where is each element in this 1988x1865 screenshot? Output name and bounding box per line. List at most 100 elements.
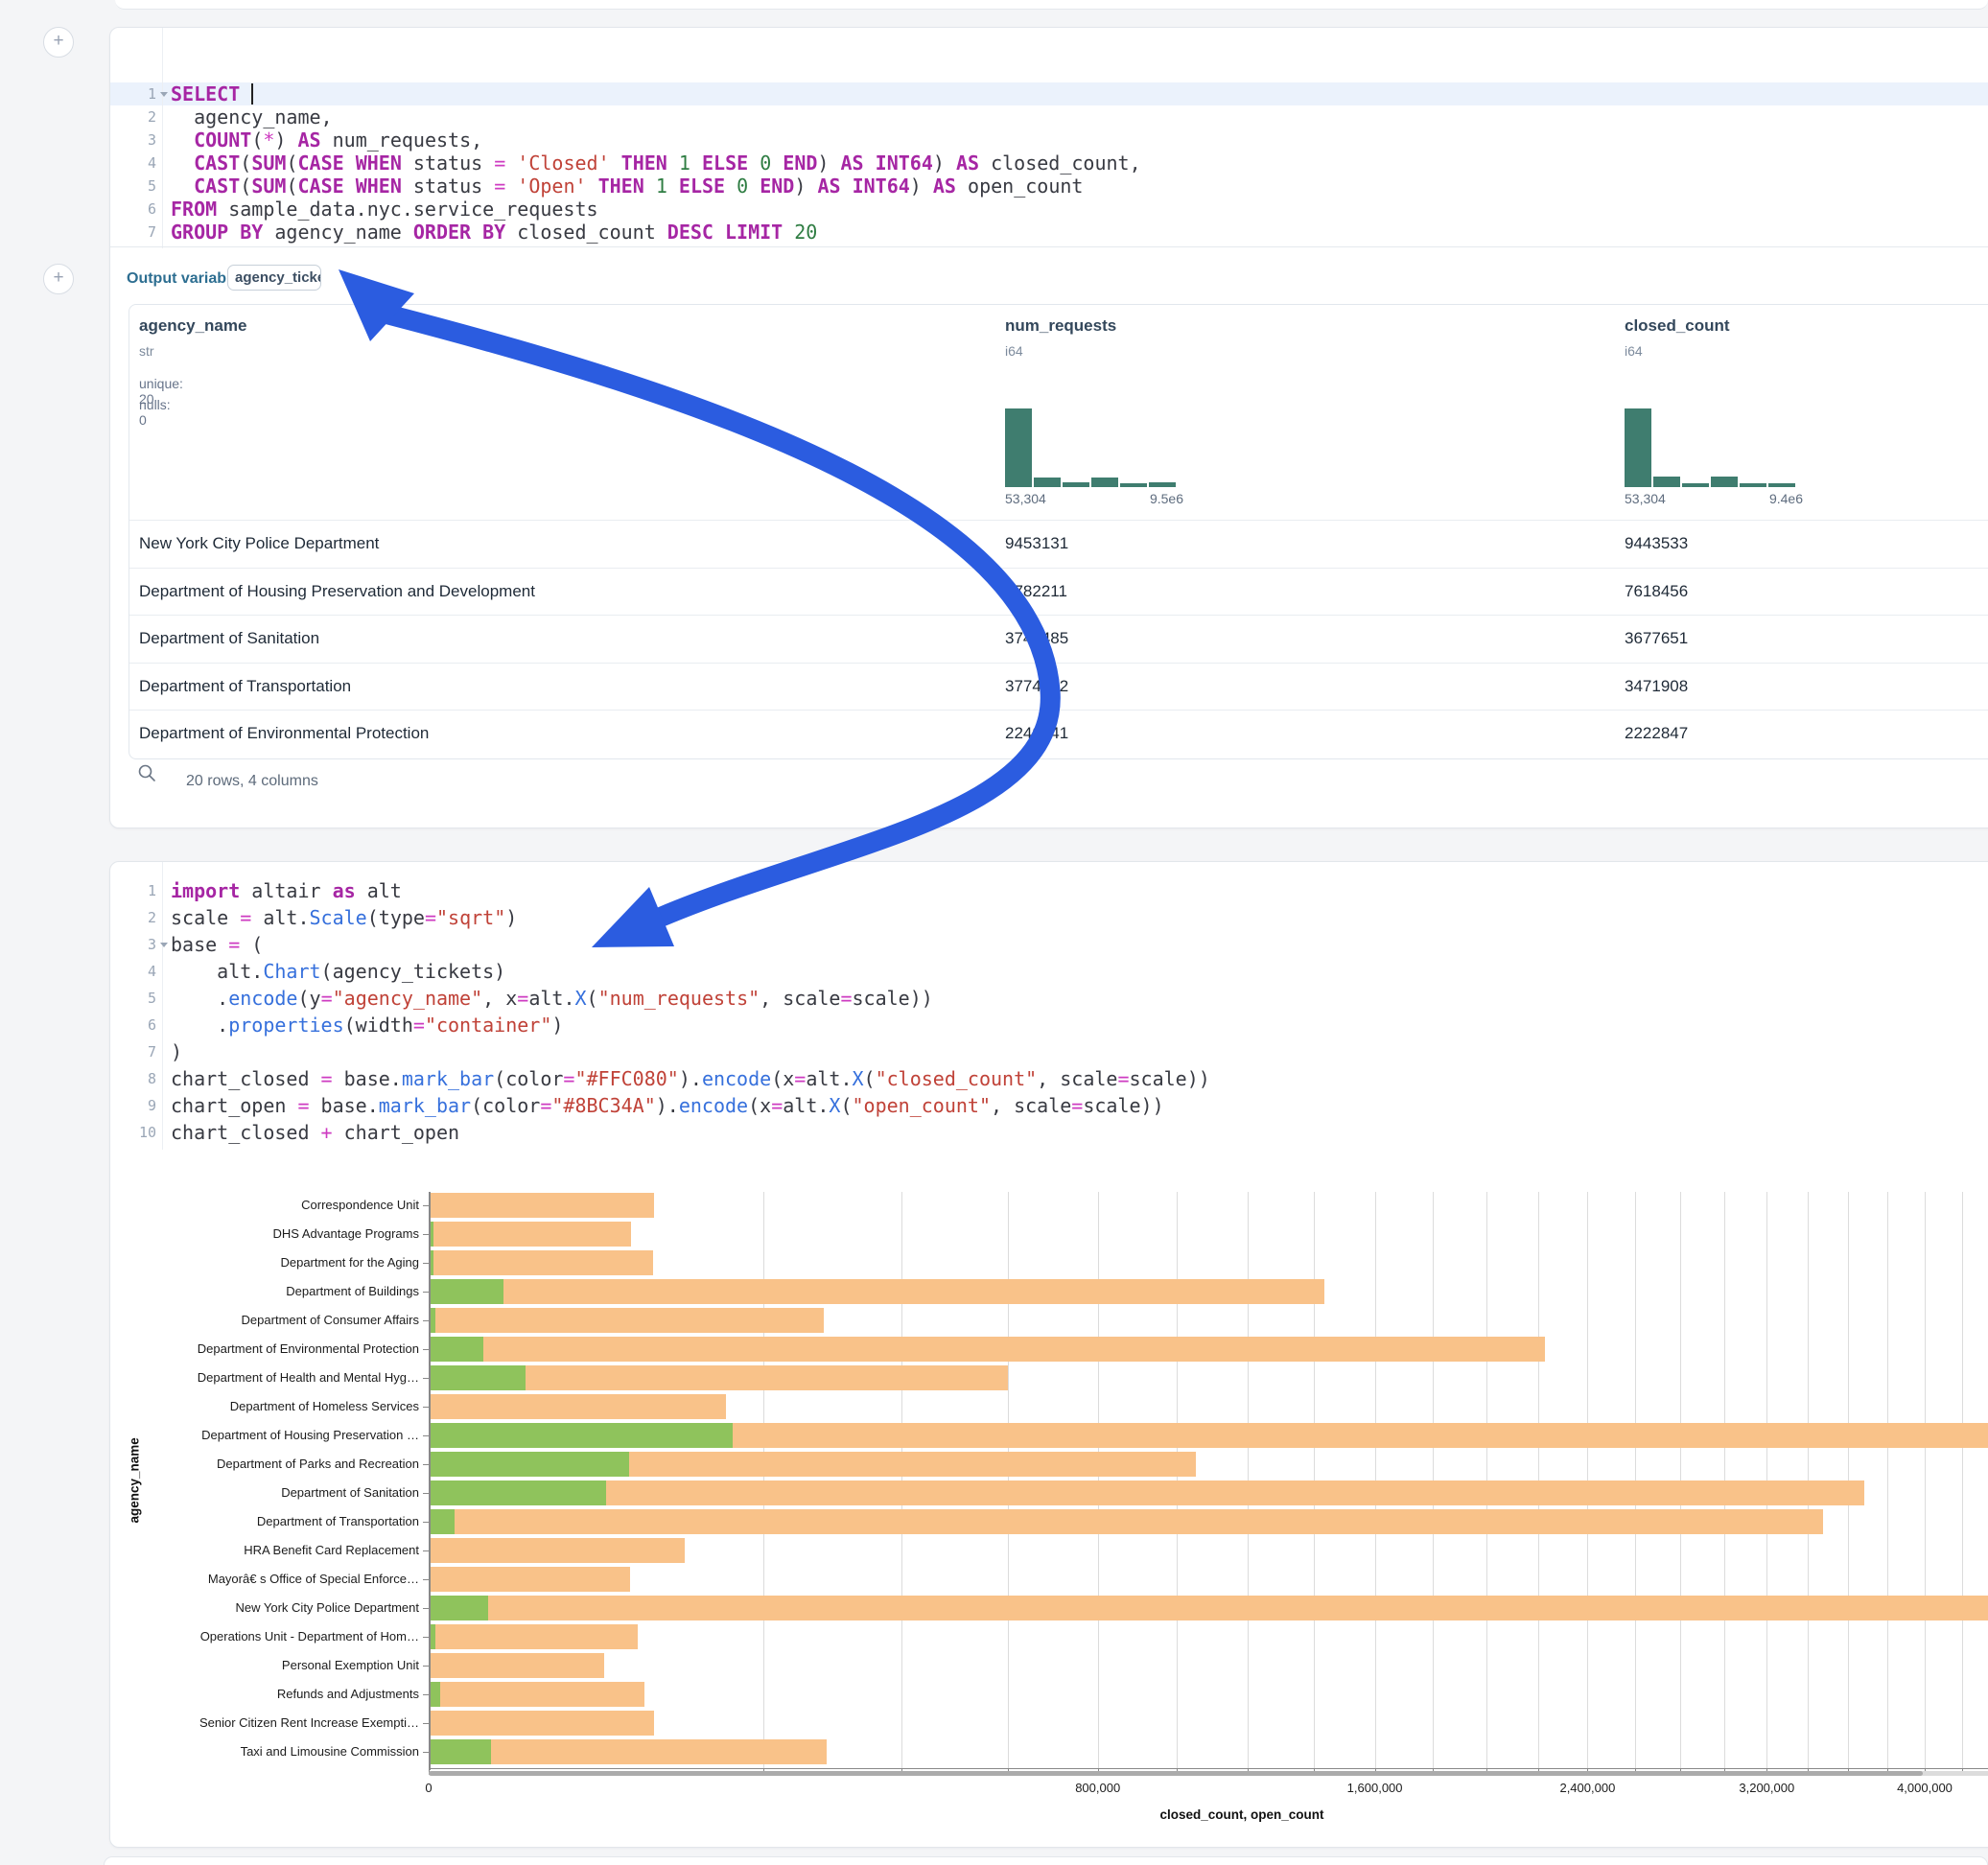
code-token: ORDER BY: [413, 221, 505, 244]
code-line[interactable]: FROM sample_data.nyc.service_requests: [171, 198, 598, 221]
add-cell-button-top[interactable]: +: [43, 27, 74, 58]
code-token: ): [933, 152, 956, 175]
code-token: (x: [771, 1067, 794, 1090]
table-cell: 9443533: [1625, 534, 1688, 553]
code-line[interactable]: chart_open = base.mark_bar(color="#8BC34…: [171, 1094, 1164, 1117]
code-token: closed_count,: [979, 152, 1141, 175]
y-axis-label: Senior Citizen Rent Increase Exempti…: [110, 1715, 419, 1730]
table-cell: New York City Police Department: [139, 534, 379, 553]
bar-closed-count: [430, 1682, 644, 1707]
code-line[interactable]: CAST(SUM(CASE WHEN status = 'Open' THEN …: [171, 175, 1083, 198]
code-token: CAST: [194, 175, 240, 198]
code-token: "container": [425, 1014, 551, 1037]
y-axis-label: HRA Benefit Card Replacement: [110, 1543, 419, 1557]
code-token: =: [517, 987, 528, 1010]
code-line[interactable]: chart_closed = base.mark_bar(color="#FFC…: [171, 1067, 1210, 1090]
table-row[interactable]: Department of Sanitation37494853677651: [129, 615, 1988, 664]
code-line[interactable]: COUNT(*) AS num_requests,: [171, 128, 482, 152]
code-line[interactable]: CAST(SUM(CASE WHEN status = 'Closed' THE…: [171, 152, 1141, 175]
code-token: DESC: [667, 221, 713, 244]
histogram-bin: [1005, 408, 1032, 487]
code-line[interactable]: ): [171, 1040, 182, 1063]
code-token: [667, 152, 679, 175]
code-token: CASE: [297, 175, 343, 198]
code-line[interactable]: base = (: [171, 933, 263, 956]
code-line[interactable]: import altair as alt: [171, 879, 402, 902]
code-token: 0: [737, 175, 748, 198]
line-number: 2: [110, 105, 156, 128]
table-row[interactable]: Department of Environmental Protection22…: [129, 710, 1988, 758]
code-token: open_count: [956, 175, 1083, 198]
search-icon[interactable]: [137, 763, 156, 782]
code-token: [240, 82, 251, 105]
bar-closed-count: [430, 1509, 1823, 1534]
line-number: 6: [110, 1014, 156, 1037]
code-line[interactable]: .encode(y="agency_name", x=alt.X("num_re…: [171, 987, 933, 1010]
code-token: X: [575, 987, 587, 1010]
table-row[interactable]: Department of Housing Preservation and D…: [129, 568, 1988, 617]
bar-open-count: [430, 1365, 526, 1390]
output-variable-pill[interactable]: agency_tickets: [227, 265, 321, 291]
result-table: agency_namestrunique: 20nulls: 0num_requ…: [129, 304, 1988, 759]
code-line[interactable]: GROUP BY agency_name ORDER BY closed_cou…: [171, 221, 817, 244]
histogram-max-label: 9.4e6: [1769, 491, 1803, 506]
code-token: AS: [933, 175, 956, 198]
code-token: (x: [748, 1094, 771, 1117]
column-type: i64: [1005, 343, 1023, 359]
table-cell: 2240041: [1005, 724, 1068, 743]
code-token: (type: [367, 906, 425, 929]
code-token: =: [794, 1067, 806, 1090]
histogram-bin: [1063, 482, 1089, 487]
code-line[interactable]: alt.Chart(agency_tickets): [171, 960, 505, 983]
code-token: "num_requests": [598, 987, 760, 1010]
code-token: alt.: [806, 1067, 852, 1090]
code-token: "sqrt": [436, 906, 505, 929]
code-token: scale: [171, 906, 240, 929]
line-number: 8: [110, 1067, 156, 1090]
code-token: "closed_count": [876, 1067, 1038, 1090]
gutter-divider: [162, 28, 163, 248]
bar-closed-count: [430, 1711, 654, 1736]
code-token: [771, 152, 783, 175]
histogram-bin: [1625, 408, 1651, 487]
code-token: "agency_name": [333, 987, 483, 1010]
gutter-divider: [162, 862, 163, 1150]
fold-chevron-icon[interactable]: [160, 92, 168, 97]
column-title: agency_name: [139, 316, 246, 336]
code-token: encode: [702, 1067, 771, 1090]
code-line[interactable]: scale = alt.Scale(type="sqrt"): [171, 906, 517, 929]
code-line[interactable]: SELECT: [171, 82, 251, 105]
code-token: [690, 152, 702, 175]
code-token: (: [286, 175, 297, 198]
fold-chevron-icon[interactable]: [160, 943, 168, 947]
code-token: END: [783, 152, 817, 175]
code-line[interactable]: chart_closed + chart_open: [171, 1121, 459, 1144]
code-token: =: [240, 906, 251, 929]
histogram-min-label: 53,304: [1625, 491, 1666, 506]
code-token: [864, 152, 876, 175]
table-cell: 3749485: [1005, 629, 1068, 648]
y-axis-label: Department of Parks and Recreation: [110, 1457, 419, 1471]
line-number: 1: [110, 879, 156, 902]
x-axis-line: [429, 1768, 1988, 1769]
bar-closed-count: [430, 1337, 1545, 1362]
code-token: [344, 175, 356, 198]
code-token: ): [910, 175, 933, 198]
code-line[interactable]: agency_name,: [171, 105, 333, 128]
table-row[interactable]: Department of Transportation377489234719…: [129, 663, 1988, 711]
y-axis-label: Mayorâ€ s Office of Special Enforce…: [110, 1572, 419, 1586]
table-row[interactable]: New York City Police Department945313194…: [129, 520, 1988, 569]
code-line[interactable]: .properties(width="container"): [171, 1014, 563, 1037]
code-token: 1: [656, 175, 667, 198]
code-token: , scale: [1037, 1067, 1117, 1090]
bar-open-count: [430, 1596, 488, 1620]
code-token: encode: [679, 1094, 748, 1117]
line-number: 4: [110, 960, 156, 983]
code-token: =: [228, 933, 240, 956]
add-cell-button-output[interactable]: +: [43, 264, 74, 294]
y-axis-label: Department of Health and Mental Hyg…: [110, 1370, 419, 1385]
code-token: base.: [310, 1094, 379, 1117]
code-token: AS: [841, 152, 864, 175]
table-cell: Department of Transportation: [139, 677, 351, 696]
chart-scrollbar-thumb[interactable]: [429, 1771, 1923, 1776]
